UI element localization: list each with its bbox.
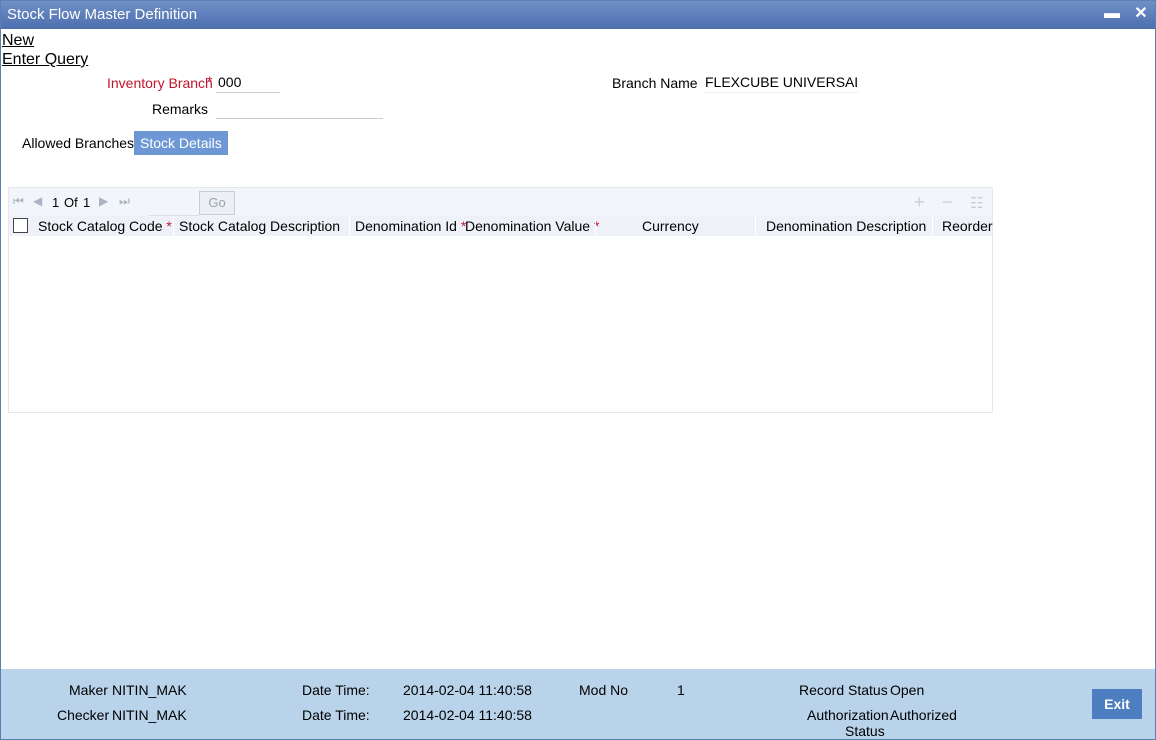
maker-label: Maker <box>69 682 108 698</box>
record-status-label: Record Status <box>799 682 888 698</box>
page-number-input[interactable] <box>149 193 199 216</box>
column-denomination-description[interactable]: Denomination Description <box>766 218 926 234</box>
maker-value: NITIN_MAK <box>112 682 187 698</box>
remarks-input[interactable] <box>216 98 383 119</box>
tab-stock-details[interactable]: Stock Details <box>134 131 228 155</box>
authorization-status-label: Authorization <box>807 707 889 723</box>
inventory-branch-label: Inventory Branch <box>107 75 213 91</box>
single-view-icon[interactable]: ☷ <box>970 194 983 212</box>
stock-details-grid: ⏮ ◀ 1 Of 1 ▶ ⏭ Go + − ☷ Stock Catalog Co… <box>8 187 993 413</box>
required-marker: * <box>207 73 213 89</box>
authorization-status-label-line2: Status <box>845 723 885 739</box>
mod-no-label: Mod No <box>579 682 629 698</box>
checker-label: Checker <box>57 707 110 723</box>
previous-page-icon[interactable]: ◀ <box>33 194 42 208</box>
minimize-icon[interactable]: ▬ <box>1103 5 1121 23</box>
first-page-icon[interactable]: ⏮ <box>13 194 24 209</box>
remarks-label: Remarks <box>152 101 209 117</box>
branch-name-label: Branch Name <box>612 75 698 91</box>
maker-datetime-value: 2014-02-04 11:40:58 <box>403 682 532 698</box>
grid-toolbar: ⏮ ◀ 1 Of 1 ▶ ⏭ Go + − ☷ <box>9 188 992 216</box>
checker-datetime-value: 2014-02-04 11:40:58 <box>403 707 532 723</box>
total-pages: 1 <box>83 195 91 210</box>
column-denomination-value[interactable]: Denomination Value * <box>465 218 599 234</box>
window-title: Stock Flow Master Definition <box>7 6 198 23</box>
grid-header-row: Stock Catalog Code * Stock Catalog Descr… <box>9 216 993 236</box>
current-page: 1 <box>52 195 60 210</box>
last-page-icon[interactable]: ⏭ <box>119 194 130 209</box>
exit-button[interactable]: Exit <box>1092 689 1142 719</box>
column-stock-catalog-code[interactable]: Stock Catalog Code * <box>38 218 172 234</box>
branch-name-input[interactable] <box>703 72 859 93</box>
tab-allowed-branches[interactable]: Allowed Branches <box>16 131 140 155</box>
app-window: Stock Flow Master Definition ▬ ✕ New Ent… <box>0 0 1156 740</box>
page-of-label: Of <box>64 195 78 210</box>
column-stock-catalog-description[interactable]: Stock Catalog Description <box>179 218 340 234</box>
checker-datetime-label: Date Time: <box>302 707 370 723</box>
next-page-icon[interactable]: ▶ <box>99 194 108 208</box>
close-icon[interactable]: ✕ <box>1132 5 1150 23</box>
delete-row-icon[interactable]: − <box>942 192 953 213</box>
column-currency[interactable]: Currency <box>642 218 699 234</box>
mod-no-value: 1 <box>677 682 685 698</box>
new-link[interactable]: New <box>2 32 34 50</box>
go-button[interactable]: Go <box>199 191 235 215</box>
authorization-status-value: Authorized <box>890 707 957 723</box>
column-denomination-id[interactable]: Denomination Id * <box>355 218 466 234</box>
title-bar: Stock Flow Master Definition ▬ ✕ <box>1 1 1155 29</box>
select-all-checkbox[interactable] <box>13 218 28 233</box>
column-reorder[interactable]: Reorder <box>942 218 993 234</box>
add-row-icon[interactable]: + <box>914 192 925 213</box>
audit-footer: Maker NITIN_MAK Checker NITIN_MAK Date T… <box>1 669 1155 739</box>
inventory-branch-input[interactable] <box>216 72 280 93</box>
record-status-value: Open <box>890 682 925 698</box>
enter-query-link[interactable]: Enter Query <box>2 51 88 69</box>
checker-value: NITIN_MAK <box>112 707 187 723</box>
maker-datetime-label: Date Time: <box>302 682 370 698</box>
